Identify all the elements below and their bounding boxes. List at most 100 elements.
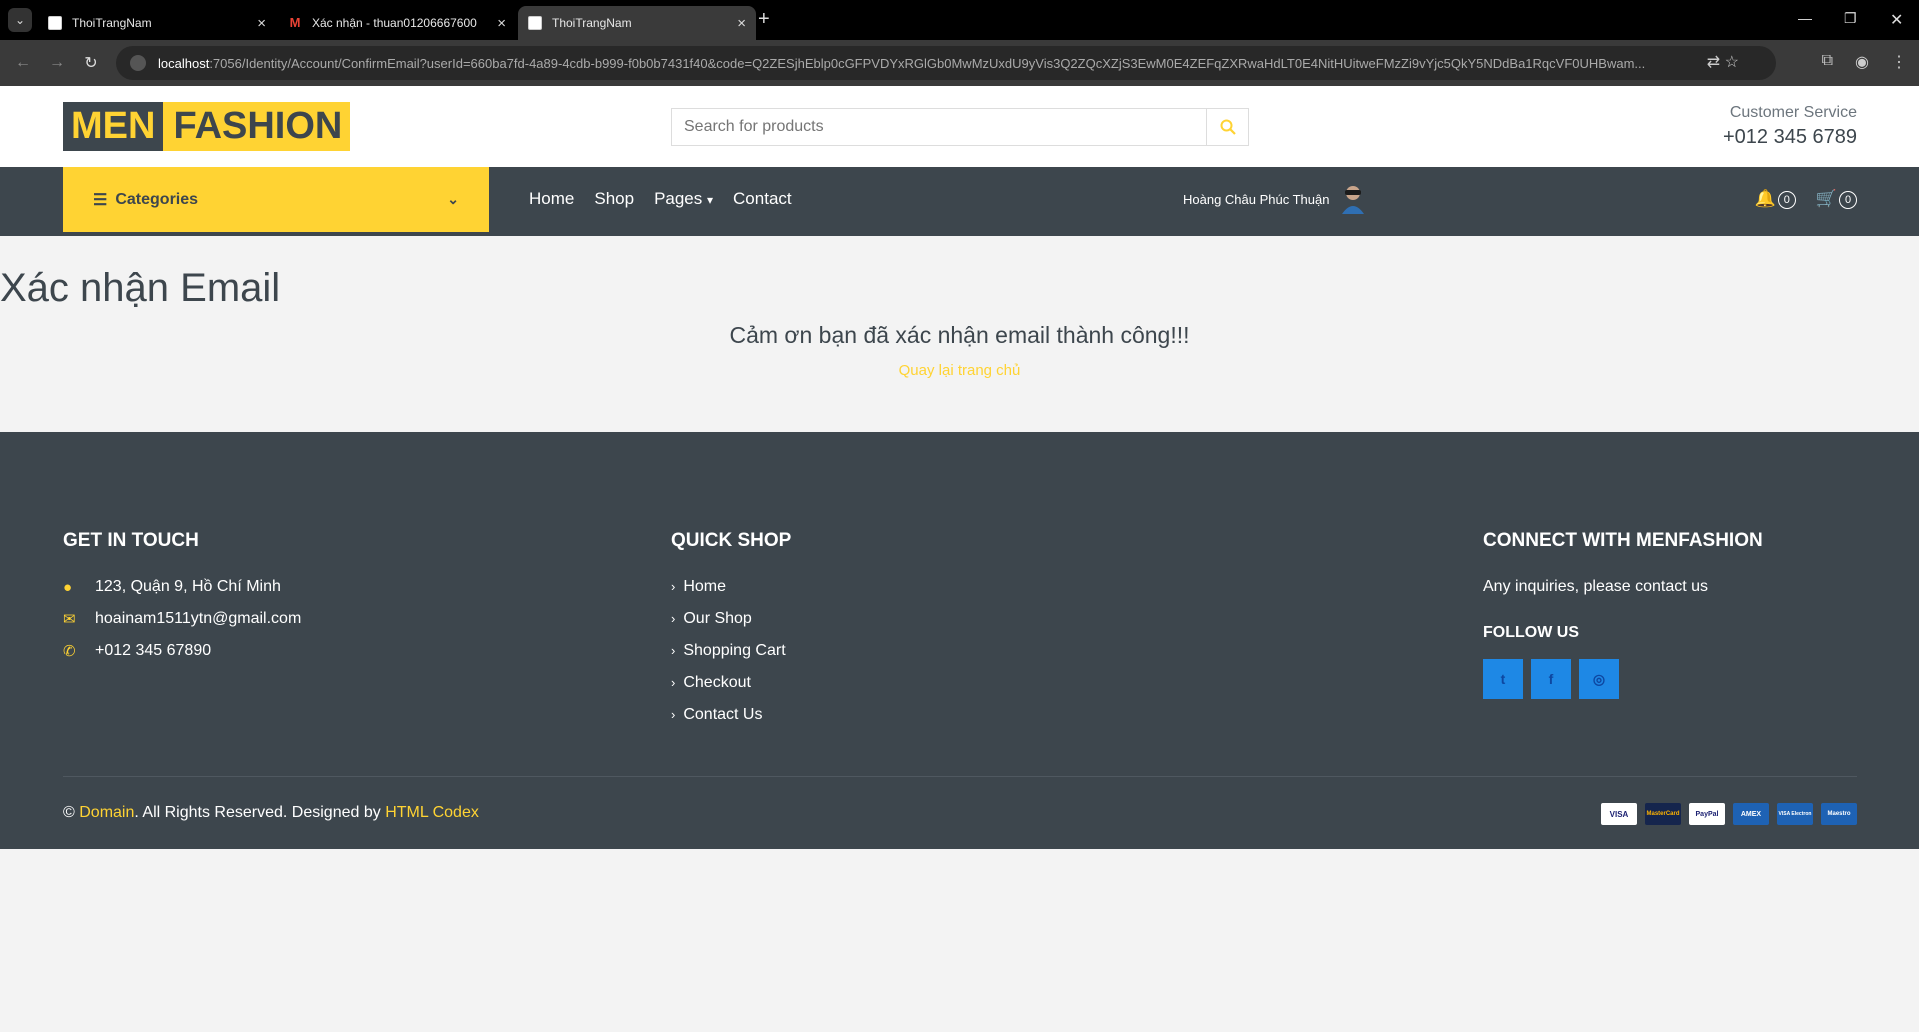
quick-link-label: Shopping Cart xyxy=(683,642,786,659)
phone-text: +012 345 67890 xyxy=(95,642,212,659)
nav-pages[interactable]: Pages ▾ xyxy=(654,189,713,209)
tab-title: Xác nhận - thuan01206667600 xyxy=(312,16,477,30)
quick-link-label: Checkout xyxy=(683,674,751,691)
forward-icon[interactable]: → xyxy=(46,54,68,72)
tab-list-button[interactable]: ⌄ xyxy=(8,8,32,32)
follow-us-heading: Follow Us xyxy=(1483,624,1579,641)
amex-icon: AMEX xyxy=(1733,803,1769,825)
phone-icon: ✆ xyxy=(63,643,76,660)
confirmation-message: Cảm ơn bạn đã xác nhận email thành công!… xyxy=(729,322,1190,348)
quick-link-home[interactable]: › Home xyxy=(671,578,726,596)
back-home-link-wrap: Quay lại trang chủ xyxy=(0,362,1919,379)
close-icon[interactable]: × xyxy=(497,15,506,32)
browser-tab-2[interactable]: M Xác nhận - thuan01206667600 × xyxy=(278,6,516,40)
connect-text: Any inquiries, please contact us xyxy=(1483,578,1709,595)
page-icon xyxy=(528,16,542,30)
email-text: hoainam1511ytn@gmail.com xyxy=(95,610,302,627)
map-marker-icon: ● xyxy=(63,578,73,596)
close-icon[interactable]: × xyxy=(257,15,266,32)
instagram-icon: ◎ xyxy=(1592,670,1606,687)
cart-count: 0 xyxy=(1839,190,1857,209)
facebook-button[interactable]: f xyxy=(1531,659,1571,699)
footer-phone: ✆ +012 345 67890 xyxy=(63,642,211,660)
back-home-link[interactable]: Quay lại trang chủ xyxy=(899,362,1021,379)
footer-heading-contact: Get In Touch xyxy=(63,530,199,551)
tab-title: ThoiTrangNam xyxy=(552,16,632,30)
page-background xyxy=(0,849,1919,1032)
close-icon[interactable]: × xyxy=(737,15,746,32)
envelope-icon: ✉ xyxy=(63,611,76,628)
twitter-button[interactable]: t xyxy=(1483,659,1523,699)
avatar[interactable] xyxy=(1340,184,1366,214)
translate-icon[interactable]: ⇄ ☆ xyxy=(1707,52,1739,72)
gmail-icon: M xyxy=(289,15,301,30)
bars-icon: ☰ xyxy=(93,191,108,209)
search-form xyxy=(671,108,1249,146)
customer-service: Customer Service +012 345 6789 xyxy=(1723,104,1857,149)
search-button[interactable] xyxy=(1206,109,1248,145)
nav-icons: 🔔 0 🛒 0 xyxy=(1755,189,1857,209)
logo-part-2: FASHION xyxy=(173,105,343,147)
search-input[interactable] xyxy=(672,109,1206,145)
domain-link[interactable]: Domain xyxy=(79,804,134,821)
quick-link-cart[interactable]: › Shopping Cart xyxy=(671,642,786,660)
cart[interactable]: 🛒 0 xyxy=(1816,189,1857,209)
visa-electron-icon: VISA Electron xyxy=(1777,803,1813,825)
site-footer: Get In Touch ● 123, Quận 9, Hồ Chí Minh … xyxy=(0,432,1919,849)
user-name[interactable]: Hoàng Châu Phúc Thuận xyxy=(1183,192,1329,207)
browser-tab-1[interactable]: ThoiTrangNam × xyxy=(38,6,276,40)
quick-link-checkout[interactable]: › Checkout xyxy=(671,674,751,692)
reload-icon[interactable]: ↻ xyxy=(80,53,102,73)
categories-dropdown[interactable]: ☰ Categories ⌄ xyxy=(63,167,489,232)
site-info-icon[interactable] xyxy=(130,55,146,71)
browser-tab-strip: ⌄ ThoiTrangNam × M Xác nhận - thuan01206… xyxy=(0,0,1919,40)
quick-link-our-shop[interactable]: › Our Shop xyxy=(671,610,752,628)
address-toolbar: ← → ↻ localhost :7056/Identity/Account/C… xyxy=(0,40,1919,86)
chevron-right-icon: › xyxy=(671,707,676,722)
chevron-down-icon: ▾ xyxy=(707,193,714,207)
profile-icon[interactable]: ◉ xyxy=(1855,52,1869,72)
restore-icon[interactable]: ❐ xyxy=(1844,10,1857,27)
cart-icon: 🛒 xyxy=(1815,189,1837,208)
nav-shop[interactable]: Shop xyxy=(594,189,634,209)
address-text: 123, Quận 9, Hồ Chí Minh xyxy=(95,578,281,595)
chevron-right-icon: › xyxy=(671,611,676,626)
page-icon xyxy=(48,16,62,30)
bell-icon: 🔔 xyxy=(1754,189,1776,208)
mastercard-icon: MasterCard xyxy=(1645,803,1681,825)
site-logo[interactable]: MEN FASHION xyxy=(63,102,351,151)
tab-title: ThoiTrangNam xyxy=(72,16,152,30)
instagram-button[interactable]: ◎ xyxy=(1579,659,1619,699)
notifications[interactable]: 🔔 0 xyxy=(1755,189,1796,209)
copyright: © Domain. All Rights Reserved. Designed … xyxy=(63,804,479,822)
customer-service-phone: +012 345 6789 xyxy=(1722,126,1857,148)
facebook-icon: f xyxy=(1548,671,1554,687)
paypal-icon: PayPal xyxy=(1689,803,1725,825)
back-icon[interactable]: ← xyxy=(12,54,34,72)
categories-label: Categories xyxy=(115,190,199,208)
nav-contact[interactable]: Contact xyxy=(733,189,792,209)
address-bar[interactable]: localhost :7056/Identity/Account/Confirm… xyxy=(116,46,1776,80)
maestro-icon: Maestro xyxy=(1821,803,1857,825)
menu-icon[interactable]: ⋮ xyxy=(1891,52,1907,72)
logo-part-1: MEN xyxy=(63,102,164,151)
url-host: localhost xyxy=(158,55,210,71)
designer-link[interactable]: HTML Codex xyxy=(385,804,479,821)
minimize-icon[interactable]: — xyxy=(1798,10,1812,26)
window-close-icon[interactable]: ✕ xyxy=(1890,10,1903,30)
new-tab-icon[interactable]: + xyxy=(758,8,770,31)
chevron-right-icon: › xyxy=(671,579,676,594)
browser-tab-3[interactable]: ThoiTrangNam × xyxy=(518,6,756,40)
page-title: Xác nhận Email xyxy=(0,266,281,310)
chevron-down-icon: ⌄ xyxy=(447,191,459,207)
quick-link-label: Our Shop xyxy=(683,610,752,627)
nav-pages-label: Pages xyxy=(654,189,703,208)
footer-address: ● 123, Quận 9, Hồ Chí Minh xyxy=(63,578,281,596)
twitter-icon: t xyxy=(1500,671,1506,687)
quick-link-contact[interactable]: › Contact Us xyxy=(671,706,762,724)
site-header: MEN FASHION Customer Service +012 345 67… xyxy=(0,86,1919,167)
nav-home[interactable]: Home xyxy=(529,189,574,209)
extensions-icon[interactable]: ⧉ xyxy=(1822,52,1833,72)
rights-text: . All Rights Reserved. Designed by xyxy=(134,804,381,821)
footer-heading-connect: Connect With MenFashion xyxy=(1483,530,1763,551)
